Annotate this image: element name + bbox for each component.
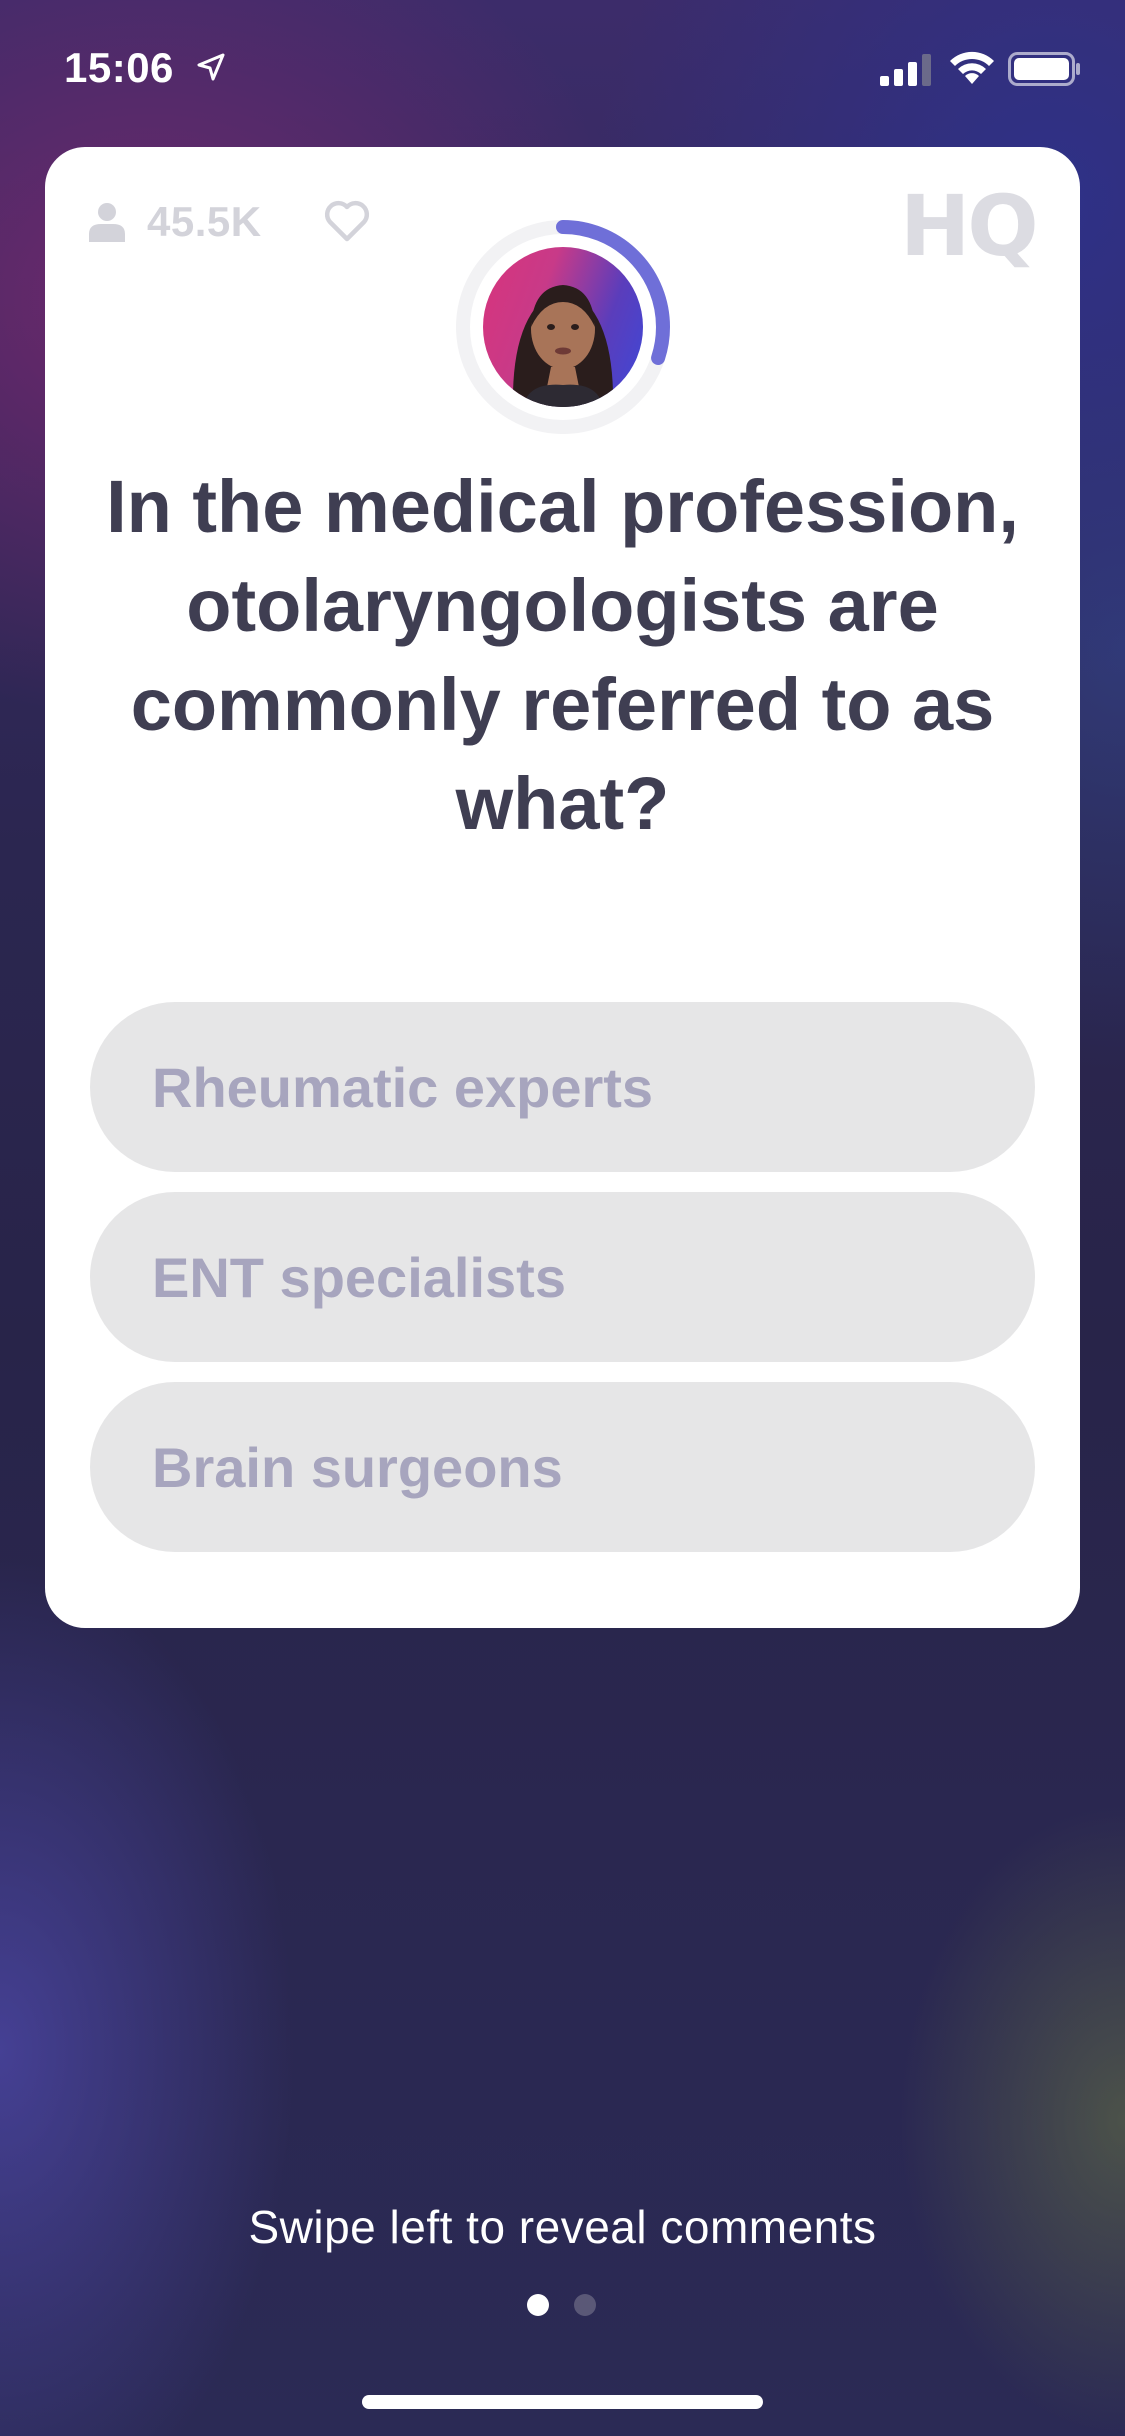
battery-icon [1008,52,1080,86]
page-dot-active[interactable] [527,2294,549,2316]
status-bar: 15:06 [0,0,1125,140]
home-indicator[interactable] [362,2395,763,2409]
viewer-count-label: 45.5K [147,198,262,245]
status-time: 15:06 [64,44,174,91]
user-icon [89,203,125,242]
heart-icon[interactable] [323,199,371,243]
answer-option-3[interactable]: Brain surgeons [90,1382,1035,1552]
question-text: In the medical profession, otolaryngolog… [106,465,1019,845]
signal-icon [880,54,931,86]
question-card: 45.5K HQ In the medical profession, otol… [45,147,1080,1628]
page-dot-inactive[interactable] [574,2294,596,2316]
answer-option-1[interactable]: Rheumatic experts [90,1002,1035,1172]
host-video [453,217,673,437]
wifi-icon [950,51,994,84]
answer-option-2[interactable]: ENT specialists [90,1192,1035,1362]
viewer-count: 45.5K [89,197,262,247]
location-arrow-icon [197,53,225,81]
host-avatar [483,247,643,407]
page-indicator[interactable] [527,2294,599,2316]
hq-logo: HQ [900,177,1039,275]
swipe-hint: Swipe left to reveal comments [248,2201,877,2253]
